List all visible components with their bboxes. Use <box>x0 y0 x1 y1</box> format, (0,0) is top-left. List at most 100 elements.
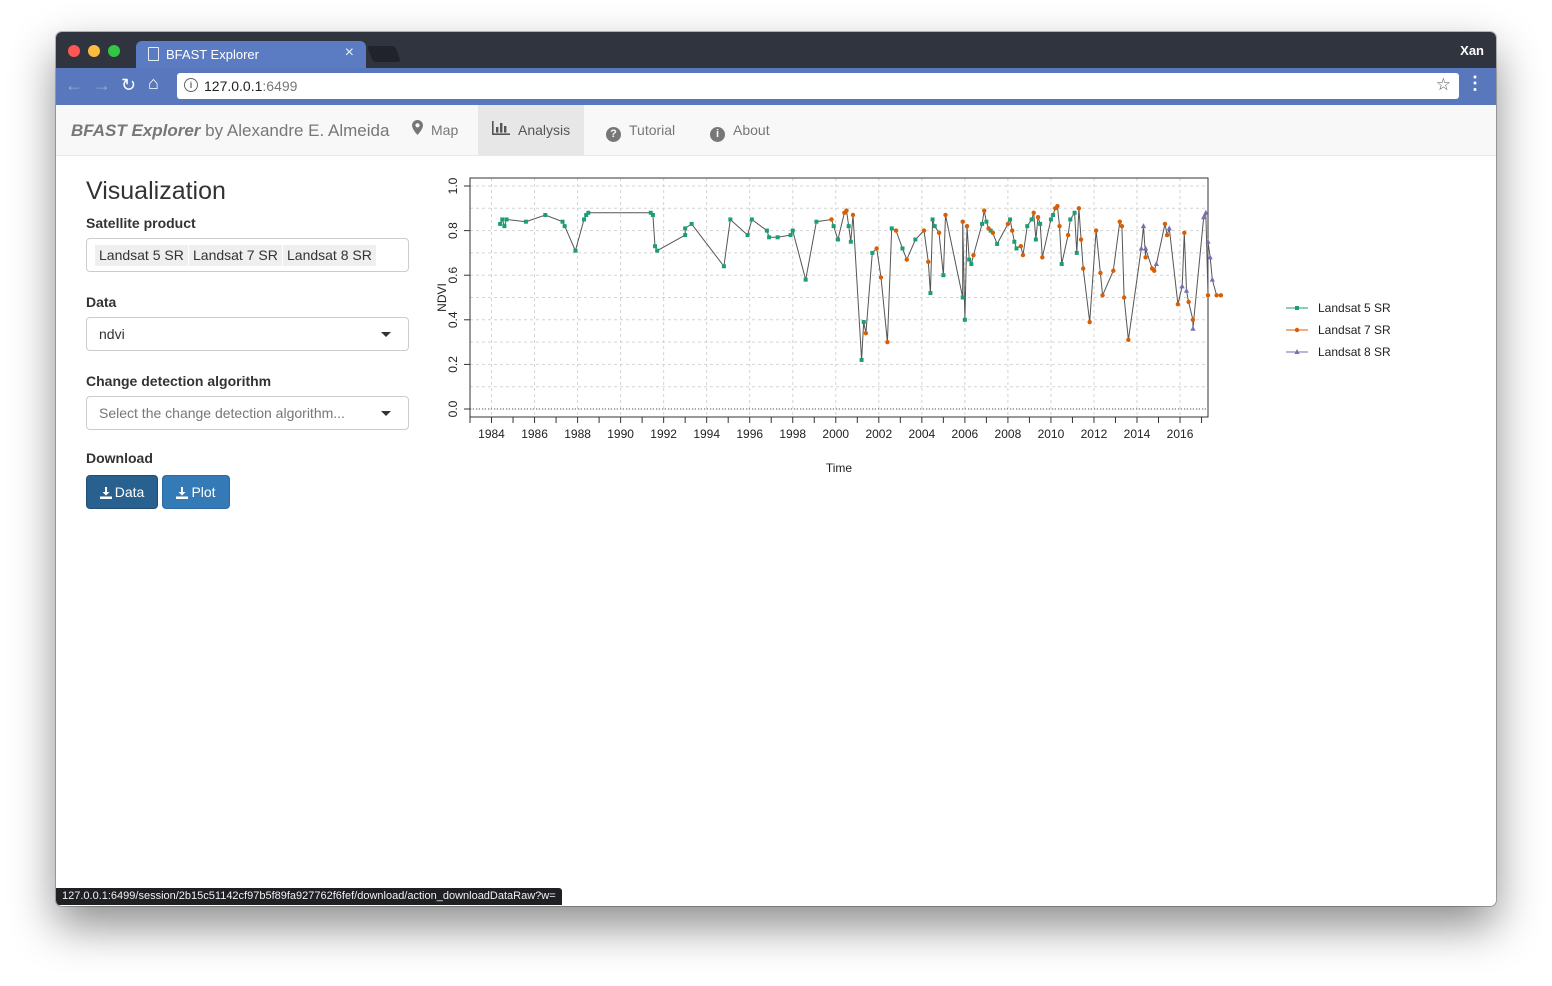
data-point <box>767 235 772 240</box>
data-point <box>1175 301 1181 307</box>
browser-tab[interactable]: BFAST Explorer × <box>136 41 366 68</box>
data-point <box>689 221 694 226</box>
algorithm-select[interactable]: Select the change detection algorithm... <box>86 396 409 430</box>
forward-arrow-icon[interactable]: → <box>93 75 111 96</box>
data-point <box>878 275 884 280</box>
data-select[interactable]: ndvi <box>86 317 409 351</box>
data-point <box>814 219 819 224</box>
legend-marker <box>1295 306 1299 310</box>
x-tick-label: 2014 <box>1124 427 1151 441</box>
data-point <box>889 226 894 231</box>
data-point <box>1065 232 1071 238</box>
profile-name[interactable]: Xan <box>1460 43 1484 58</box>
x-tick-label: 2010 <box>1038 427 1065 441</box>
data-point <box>831 224 836 229</box>
nav-tab-map[interactable]: Map <box>398 105 472 155</box>
x-tick-label: 1998 <box>779 427 806 441</box>
address-bar[interactable]: i 127.0.0.1:6499 ☆ <box>177 73 1459 99</box>
data-point <box>582 217 587 222</box>
data-point <box>543 212 548 217</box>
menu-kebab-icon[interactable]: ⋮ <box>1466 73 1484 94</box>
nav-tab-about[interactable]: i About <box>696 105 784 155</box>
download-data-button[interactable]: Data <box>86 475 158 509</box>
home-icon[interactable]: ⌂ <box>148 73 159 94</box>
data-point <box>1111 268 1116 273</box>
data-point <box>1152 268 1157 273</box>
data-point <box>936 230 942 236</box>
data-label: Data <box>86 294 117 310</box>
data-point <box>655 248 660 253</box>
browser-window: BFAST Explorer × Xan ← → ↻ ⌂ i 127.0.0.1… <box>56 32 1496 906</box>
data-point <box>498 221 503 226</box>
maximize-window-button[interactable] <box>108 45 120 57</box>
algorithm-select-placeholder: Select the change detection algorithm... <box>99 405 345 421</box>
data-point <box>1074 250 1079 255</box>
data-point <box>1078 237 1084 242</box>
data-point <box>1117 219 1122 224</box>
nav-tab-analysis[interactable]: Analysis <box>478 105 585 155</box>
nav-tab-tutorial[interactable]: ? Tutorial <box>592 105 689 155</box>
download-plot-button[interactable]: Plot <box>162 475 230 509</box>
data-point <box>1038 221 1043 226</box>
satellite-chip[interactable]: Landsat 8 SR <box>283 245 376 266</box>
data-point <box>504 217 509 222</box>
y-tick-label: 0.2 <box>446 356 460 373</box>
x-tick-label: 1992 <box>650 427 677 441</box>
data-point <box>1057 223 1062 229</box>
data-point <box>835 237 840 242</box>
data-point <box>926 259 931 265</box>
data-point <box>683 233 688 238</box>
algorithm-label: Change detection algorithm <box>86 373 272 389</box>
download-label: Download <box>86 450 153 466</box>
close-window-button[interactable] <box>68 45 80 57</box>
app-navbar: BFAST Explorer by Alexandre E. Almeida M… <box>56 105 1496 156</box>
data-point <box>1209 276 1215 282</box>
ndvi-series-line <box>499 205 1221 360</box>
data-point <box>749 217 754 222</box>
y-axis-label: NDVI <box>436 283 449 312</box>
data-point <box>1005 221 1011 227</box>
x-tick-label: 2016 <box>1167 427 1194 441</box>
data-point <box>683 226 688 231</box>
app-brand[interactable]: BFAST Explorer by Alexandre E. Almeida <box>71 121 389 141</box>
data-point <box>721 264 726 269</box>
y-tick-label: 0.6 <box>446 267 460 284</box>
data-point <box>928 291 933 296</box>
info-icon[interactable]: i <box>184 78 198 92</box>
data-point <box>1218 293 1224 298</box>
satellite-product-select[interactable]: Landsat 5 SR Landsat 7 SR Landsat 8 SR <box>86 238 409 272</box>
ndvi-chart-svg: 1984 1986 1988 1990 1992 1994 1996 1998 2000 2002… <box>435 177 1391 475</box>
x-tick-label: 1984 <box>478 427 505 441</box>
data-point <box>1205 293 1211 298</box>
data-point <box>1055 203 1060 209</box>
data-point <box>775 235 780 240</box>
reload-icon[interactable]: ↻ <box>121 75 136 96</box>
data-point <box>728 217 733 222</box>
minimize-window-button[interactable] <box>88 45 100 57</box>
new-tab-button[interactable] <box>367 46 401 62</box>
data-point <box>984 219 989 224</box>
data-point <box>913 237 918 242</box>
data-point <box>844 208 849 213</box>
x-tick-label: 1990 <box>607 427 634 441</box>
y-tick-label: 0.0 <box>446 400 460 417</box>
data-point <box>1214 293 1219 298</box>
data-point <box>790 228 795 233</box>
satellite-chip[interactable]: Landsat 5 SR <box>95 245 188 266</box>
data-point <box>1186 299 1191 305</box>
tab-close-icon[interactable]: × <box>345 44 354 62</box>
data-point <box>960 219 965 224</box>
data-point <box>1098 270 1103 276</box>
satellite-chip[interactable]: Landsat 7 SR <box>189 245 282 266</box>
data-point <box>850 212 856 218</box>
data-point <box>962 317 967 322</box>
data-point <box>1143 255 1148 260</box>
bookmark-star-icon[interactable]: ☆ <box>1436 75 1451 95</box>
browser-toolbar: ← → ↻ ⌂ i 127.0.0.1:6499 ☆ ⋮ <box>56 68 1496 105</box>
data-point <box>1048 217 1053 222</box>
data-point <box>1162 221 1168 227</box>
data-point <box>971 252 976 258</box>
data-point <box>967 257 972 262</box>
satellite-product-label: Satellite product <box>86 215 196 231</box>
back-arrow-icon[interactable]: ← <box>65 75 83 96</box>
